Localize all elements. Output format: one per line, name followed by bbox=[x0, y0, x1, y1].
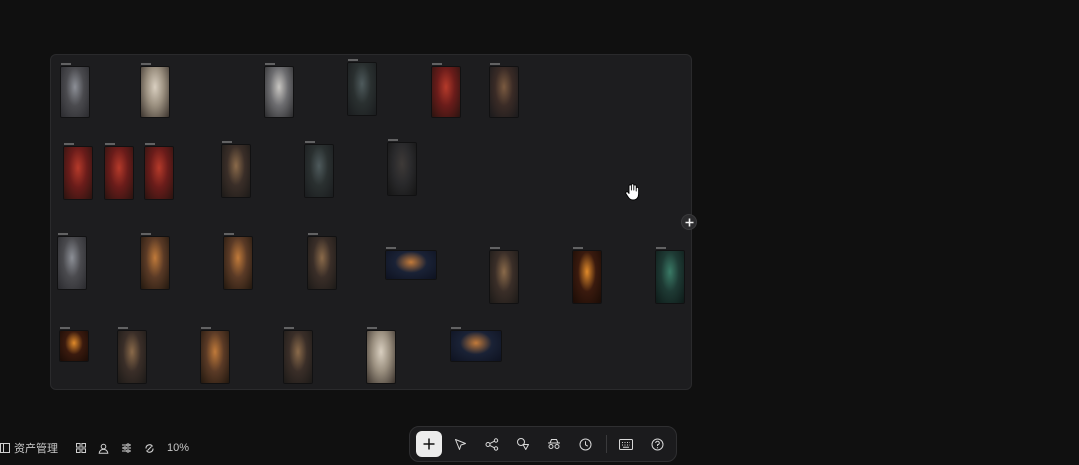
asset-manager-toggle[interactable]: 资产管理 bbox=[0, 440, 58, 456]
status-bar: 资产管理 10% bbox=[0, 438, 201, 458]
image-caption bbox=[224, 233, 234, 235]
help-icon bbox=[651, 438, 664, 450]
image-thumbnail[interactable] bbox=[61, 67, 89, 117]
grid-view-button[interactable] bbox=[76, 443, 86, 453]
shapes-tool[interactable] bbox=[510, 431, 536, 457]
image-thumbnail[interactable] bbox=[388, 143, 416, 195]
help-tool[interactable] bbox=[645, 431, 671, 457]
image-caption bbox=[367, 327, 377, 329]
image-caption bbox=[58, 233, 68, 235]
plus-icon bbox=[423, 438, 435, 450]
image-thumbnail[interactable] bbox=[105, 147, 133, 199]
image-thumbnail[interactable] bbox=[573, 251, 601, 303]
image-thumbnail[interactable] bbox=[60, 331, 88, 361]
select-tool[interactable] bbox=[447, 431, 473, 457]
image-caption bbox=[265, 63, 275, 65]
image-thumbnail[interactable] bbox=[265, 67, 293, 117]
image-thumbnail[interactable] bbox=[145, 147, 173, 199]
filter-button[interactable] bbox=[121, 443, 132, 453]
shapes-icon bbox=[517, 438, 530, 450]
character-button[interactable] bbox=[98, 443, 109, 454]
image-thumbnail[interactable] bbox=[367, 331, 395, 383]
image-thumbnail[interactable] bbox=[118, 331, 146, 383]
image-thumbnail[interactable] bbox=[348, 63, 376, 115]
keyboard-tool[interactable] bbox=[613, 431, 639, 457]
glasses-tool[interactable] bbox=[542, 431, 568, 457]
zoom-value: 10% bbox=[167, 442, 190, 454]
bottom-toolbar bbox=[409, 426, 677, 462]
image-thumbnail[interactable] bbox=[224, 237, 252, 289]
image-thumbnail[interactable] bbox=[656, 251, 684, 303]
image-caption bbox=[118, 327, 128, 329]
image-caption bbox=[64, 143, 74, 145]
plus-icon bbox=[685, 218, 693, 226]
link-icon bbox=[145, 443, 154, 453]
person-icon bbox=[98, 443, 109, 454]
image-caption bbox=[656, 247, 666, 249]
image-caption bbox=[386, 247, 396, 249]
image-thumbnail[interactable] bbox=[284, 331, 312, 383]
image-caption bbox=[141, 233, 151, 235]
image-caption bbox=[284, 327, 294, 329]
image-caption bbox=[141, 63, 151, 65]
image-caption bbox=[490, 247, 500, 249]
keyboard-icon bbox=[619, 438, 634, 450]
node-tool[interactable] bbox=[479, 431, 505, 457]
image-caption bbox=[308, 233, 318, 235]
image-caption bbox=[388, 139, 398, 141]
image-thumbnail[interactable] bbox=[58, 237, 86, 289]
image-caption bbox=[145, 143, 155, 145]
add-tool[interactable] bbox=[416, 431, 442, 457]
pointer-icon bbox=[454, 438, 466, 450]
image-thumbnail[interactable] bbox=[432, 67, 460, 117]
history-tool[interactable] bbox=[573, 431, 599, 457]
image-thumbnail[interactable] bbox=[490, 251, 518, 303]
image-thumbnail[interactable] bbox=[201, 331, 229, 383]
image-caption bbox=[61, 63, 71, 65]
asset-manager-label: 资产管理 bbox=[14, 443, 58, 455]
glasses-icon bbox=[548, 439, 561, 449]
image-thumbnail[interactable] bbox=[386, 251, 436, 279]
image-caption bbox=[573, 247, 583, 249]
image-thumbnail[interactable] bbox=[141, 237, 169, 289]
nodes-icon bbox=[485, 437, 498, 451]
clock-icon bbox=[579, 438, 592, 450]
toolbar-divider bbox=[606, 435, 608, 453]
grid-icon bbox=[76, 443, 86, 453]
image-caption bbox=[432, 63, 442, 65]
zoom-level[interactable]: 10% bbox=[167, 442, 189, 454]
connect-button[interactable] bbox=[144, 443, 155, 454]
image-caption bbox=[222, 141, 232, 143]
image-caption bbox=[451, 327, 461, 329]
image-caption bbox=[201, 327, 211, 329]
image-thumbnail[interactable] bbox=[141, 67, 169, 117]
image-board[interactable] bbox=[50, 54, 692, 390]
image-caption bbox=[348, 59, 358, 61]
workspace-canvas[interactable] bbox=[0, 0, 1079, 465]
image-caption bbox=[305, 141, 315, 143]
image-caption bbox=[490, 63, 500, 65]
image-thumbnail[interactable] bbox=[451, 331, 501, 361]
image-thumbnail[interactable] bbox=[490, 67, 518, 117]
image-thumbnail[interactable] bbox=[305, 145, 333, 197]
sliders-icon bbox=[122, 443, 131, 453]
image-thumbnail[interactable] bbox=[308, 237, 336, 289]
image-thumbnail[interactable] bbox=[222, 145, 250, 197]
panel-icon bbox=[0, 443, 10, 453]
image-thumbnail[interactable] bbox=[64, 147, 92, 199]
board-add-button[interactable] bbox=[681, 214, 697, 230]
image-caption bbox=[105, 143, 115, 145]
image-caption bbox=[60, 327, 70, 329]
hand-cursor-icon bbox=[624, 183, 640, 201]
